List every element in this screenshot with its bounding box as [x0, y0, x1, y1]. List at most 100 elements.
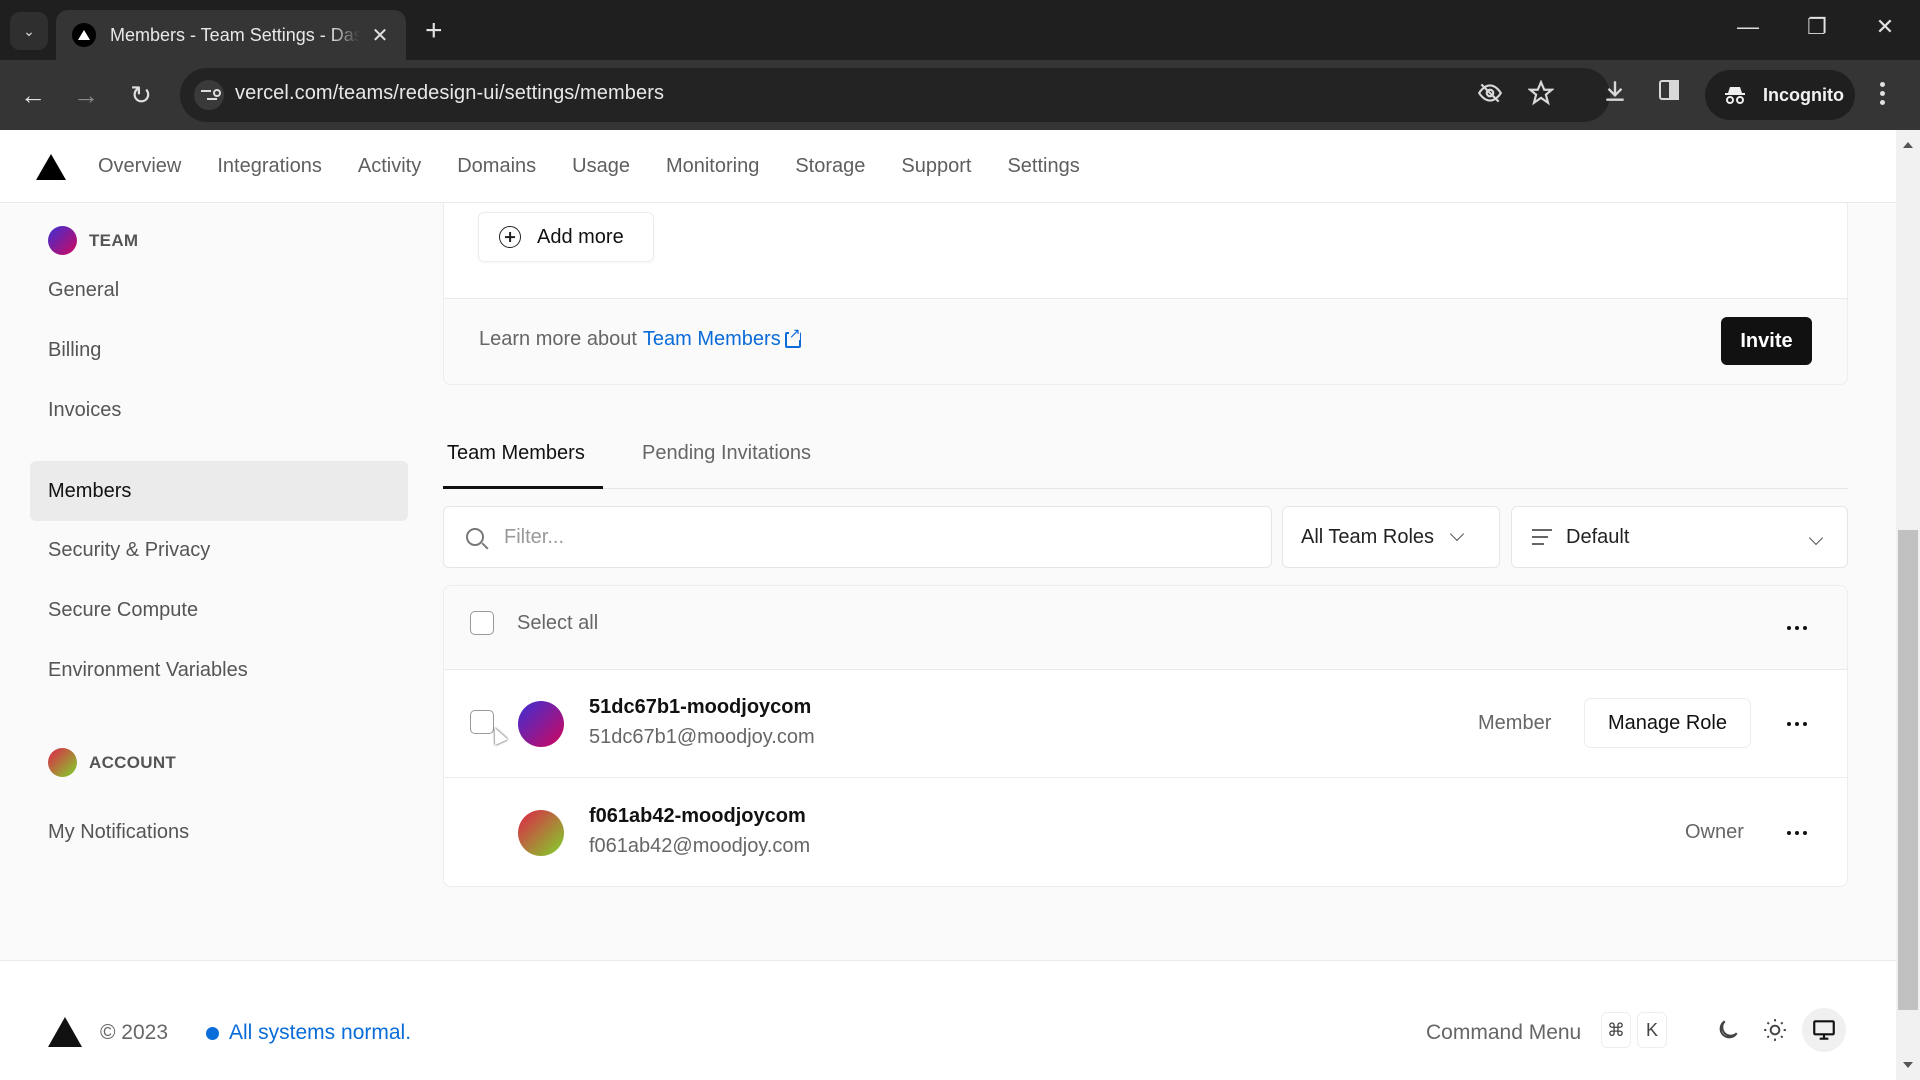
member-role: Owner: [1685, 821, 1744, 843]
status-link[interactable]: All systems normal.: [206, 1021, 411, 1045]
learn-more-prefix: Learn more about: [479, 328, 637, 350]
scroll-up-arrow-icon[interactable]: [1903, 142, 1913, 148]
sort-select[interactable]: Default: [1511, 506, 1848, 568]
sidebar-item-label: Billing: [48, 338, 102, 361]
member-username: 51dc67b1-moodjoycom: [589, 696, 812, 718]
sort-value: Default: [1566, 525, 1630, 548]
list-header: Select all: [444, 586, 1847, 670]
bulk-actions-more-icon[interactable]: [1787, 626, 1807, 630]
sidebar-item-environment-variables[interactable]: Environment Variables: [30, 641, 408, 699]
command-menu-button[interactable]: Command Menu: [1426, 1021, 1581, 1045]
status-dot-icon: [206, 1026, 219, 1040]
back-button[interactable]: ←: [16, 78, 50, 112]
vercel-logo-icon[interactable]: [36, 154, 66, 180]
reload-button[interactable]: ↻: [124, 78, 158, 112]
account-heading-label: ACCOUNT: [89, 752, 177, 772]
nav-monitoring[interactable]: Monitoring: [666, 155, 759, 178]
copyright: © 2023: [100, 1021, 169, 1044]
team-heading: TEAM: [48, 226, 138, 255]
team-avatar: [48, 226, 77, 255]
reload-icon: ↻: [130, 79, 152, 110]
side-panel-icon[interactable]: [1652, 78, 1686, 109]
team-heading-label: TEAM: [89, 230, 139, 250]
chevron-down-icon: [1449, 526, 1465, 542]
members-list: Select all 51dc67b1-moodjoycom 51dc67b1@…: [443, 585, 1848, 887]
nav-activity[interactable]: Activity: [358, 155, 421, 178]
select-all-checkbox[interactable]: [470, 611, 494, 635]
sidebar-item-my-notifications[interactable]: My Notifications: [30, 803, 408, 861]
vercel-logo-icon[interactable]: [48, 1017, 82, 1047]
external-link-icon: [784, 325, 801, 348]
account-avatar: [48, 748, 77, 777]
manage-role-button[interactable]: Manage Role: [1584, 698, 1751, 748]
sidebar-item-secure-compute[interactable]: Secure Compute: [30, 581, 408, 639]
nav-overview[interactable]: Overview: [98, 155, 181, 178]
browser-menu-icon[interactable]: [1878, 82, 1886, 105]
sort-lines-icon: [1532, 529, 1552, 545]
incognito-icon: [1723, 83, 1747, 107]
sidebar-item-label: Members: [48, 479, 132, 502]
team-roles-select[interactable]: All Team Roles: [1282, 506, 1500, 568]
plus-circle-icon: [499, 226, 521, 248]
light-theme-button[interactable]: [1753, 1008, 1797, 1052]
address-bar[interactable]: vercel.com/teams/redesign-ui/settings/me…: [180, 68, 1610, 122]
dark-theme-button[interactable]: [1706, 1008, 1750, 1052]
minimize-window-button[interactable]: —: [1728, 14, 1768, 40]
tab-pending-invitations[interactable]: Pending Invitations: [642, 442, 811, 465]
chevron-down-icon: [1808, 530, 1824, 546]
filter-field[interactable]: [443, 506, 1272, 568]
eye-off-icon[interactable]: [1477, 80, 1503, 113]
member-email: f061ab42@moodjoy.com: [589, 835, 811, 857]
download-icon[interactable]: [1598, 78, 1632, 111]
close-tab-icon[interactable]: ✕: [368, 23, 392, 48]
member-row: 51dc67b1-moodjoycom 51dc67b1@moodjoy.com…: [444, 670, 1847, 778]
nav-support[interactable]: Support: [901, 155, 971, 178]
member-more-icon[interactable]: [1787, 722, 1807, 726]
scrollbar-thumb[interactable]: [1898, 530, 1918, 1010]
browser-tab[interactable]: Members - Team Settings - Dashboard ✕: [56, 10, 406, 60]
close-window-button[interactable]: ✕: [1865, 14, 1905, 40]
vercel-favicon-icon: [72, 23, 96, 47]
active-tab-indicator: [443, 486, 603, 489]
k-key: K: [1637, 1012, 1667, 1048]
moon-icon: [1719, 1020, 1738, 1039]
team-members-docs-link[interactable]: Team Members: [643, 328, 781, 351]
nav-storage[interactable]: Storage: [795, 155, 865, 178]
top-nav-items: Overview Integrations Activity Domains U…: [98, 130, 1116, 203]
add-more-label: Add more: [537, 225, 624, 248]
incognito-profile-button[interactable]: Incognito: [1705, 70, 1855, 120]
sidebar-item-security-privacy[interactable]: Security & Privacy: [30, 521, 408, 579]
member-avatar: [518, 810, 564, 856]
scroll-down-arrow-icon[interactable]: [1903, 1062, 1913, 1068]
nav-settings[interactable]: Settings: [1007, 155, 1079, 178]
nav-domains[interactable]: Domains: [457, 155, 536, 178]
invite-button[interactable]: Invite: [1721, 317, 1812, 365]
url-text[interactable]: vercel.com/teams/redesign-ui/settings/me…: [235, 82, 664, 105]
member-more-icon[interactable]: [1787, 831, 1807, 835]
site-settings-icon[interactable]: [194, 80, 224, 110]
new-tab-button[interactable]: +: [425, 14, 443, 48]
learn-more-text: Learn more about Team Members: [479, 325, 801, 351]
arrow-right-icon: →: [73, 79, 99, 110]
tab-search-button[interactable]: ⌄: [10, 12, 48, 50]
page-scrollbar[interactable]: [1896, 130, 1920, 1080]
nav-integrations[interactable]: Integrations: [217, 155, 322, 178]
sidebar-item-general[interactable]: General: [30, 261, 408, 319]
tab-team-members[interactable]: Team Members: [447, 442, 585, 465]
filter-input[interactable]: [504, 525, 1204, 549]
sidebar-item-invoices[interactable]: Invoices: [30, 381, 408, 439]
system-theme-button[interactable]: [1802, 1008, 1846, 1052]
bookmark-star-icon[interactable]: [1527, 79, 1555, 113]
sidebar-item-billing[interactable]: Billing: [30, 321, 408, 379]
status-text: All systems normal.: [229, 1021, 412, 1044]
restore-window-button[interactable]: ❐: [1797, 14, 1837, 40]
sidebar-item-label: Security & Privacy: [48, 538, 211, 561]
forward-button[interactable]: →: [69, 78, 103, 112]
add-more-button[interactable]: Add more: [478, 212, 654, 262]
sidebar-item-members[interactable]: Members: [30, 461, 408, 521]
top-navigation: Overview Integrations Activity Domains U…: [0, 130, 1896, 203]
page-footer: © 2023 All systems normal. Command Menu …: [0, 960, 1896, 1080]
tab-title: Members - Team Settings - Dashboard: [110, 24, 360, 45]
member-avatar: [518, 701, 564, 747]
nav-usage[interactable]: Usage: [572, 155, 630, 178]
